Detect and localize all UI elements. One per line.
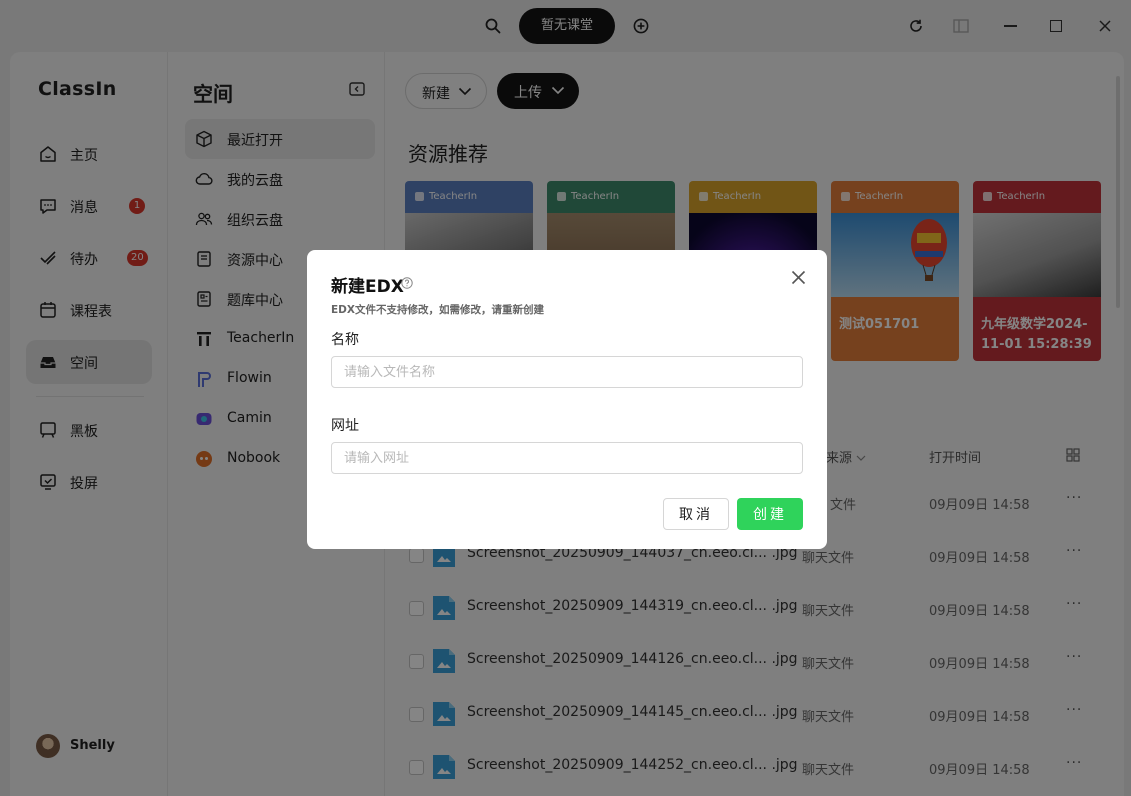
dialog-subtitle: EDX文件不支持修改，如需修改，请重新创建 — [331, 304, 544, 316]
help-icon[interactable] — [401, 277, 413, 289]
cancel-button[interactable]: 取消 — [663, 498, 729, 530]
url-input[interactable] — [331, 442, 803, 474]
file-name-input[interactable] — [331, 356, 803, 388]
url-label: 网址 — [331, 418, 359, 434]
close-icon[interactable] — [791, 270, 806, 285]
new-edx-dialog: 新建EDX EDX文件不支持修改，如需修改，请重新创建 名称 网址 取消 创建 — [307, 250, 827, 549]
name-label: 名称 — [331, 332, 359, 348]
dialog-title: 新建EDX — [331, 277, 404, 297]
create-button[interactable]: 创建 — [737, 498, 803, 530]
